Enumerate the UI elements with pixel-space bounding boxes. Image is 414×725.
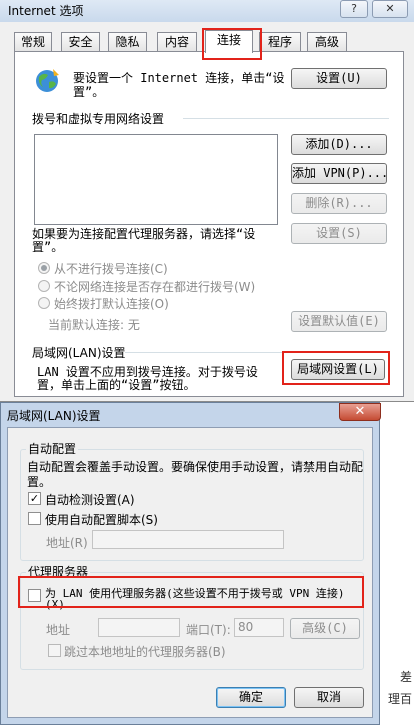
dialog-title: 局域网(LAN)设置 (7, 409, 101, 423)
auto-detect-label: 自动检测设置(A) (45, 493, 135, 507)
tab-content[interactable]: 内容 (157, 32, 197, 52)
tab-advanced[interactable]: 高级 (307, 32, 347, 52)
proxy-address-input[interactable] (98, 618, 180, 637)
script-address-label: 地址(R) (46, 536, 88, 550)
port-label: 端口(T): (186, 623, 231, 637)
tab-general[interactable]: 常规 (14, 32, 52, 52)
tab-security[interactable]: 安全 (61, 32, 100, 52)
lan-heading: 局域网(LAN)设置 (32, 346, 126, 360)
radio-always-dial-label: 始终拨打默认连接(O) (54, 297, 169, 311)
title-bar: Internet 选项 ? ✕ (0, 0, 414, 22)
auto-script-label: 使用自动配置脚本(S) (45, 513, 158, 527)
divider (183, 118, 389, 119)
delete-button[interactable]: 删除(R)... (291, 193, 387, 214)
connections-panel: 要设置一个 Internet 连接，单击“设 置”。 设置(U) 拨号和虚拟专用… (14, 51, 404, 397)
proxy-text-line1: 如果要为连接配置代理服务器，请选择“设 (32, 227, 256, 241)
help-button[interactable]: ? (340, 0, 368, 18)
close-button[interactable]: ✕ (372, 0, 408, 18)
add-button[interactable]: 添加(D)... (291, 134, 387, 155)
background-text: 理百 (388, 692, 413, 706)
add-vpn-button[interactable]: 添加 VPN(P)... (291, 163, 388, 184)
set-default-button[interactable]: 设置默认值(E) (291, 311, 387, 332)
auto-config-text-line2: 置。 (27, 475, 52, 489)
divider (125, 352, 287, 353)
window-title: Internet 选项 (8, 4, 84, 18)
dialog-body: 自动配置 自动配置会覆盖手动设置。要确保使用手动设置，请禁用自动配 置。 ✓ 自… (7, 427, 373, 718)
dialup-heading: 拨号和虚拟专用网络设置 (32, 112, 165, 126)
current-default-connection: 当前默认连接: 无 (48, 318, 140, 332)
ok-button[interactable]: 确定 (216, 687, 286, 708)
radio-always-dial[interactable] (38, 297, 50, 309)
setup-text-line1: 要设置一个 Internet 连接，单击“设 (73, 71, 285, 85)
internet-options-window: Internet 选项 ? ✕ 常规 安全 隐私 内容 连接 程序 高级 要设置… (0, 0, 414, 402)
proxy-text-line2: 置”。 (32, 240, 64, 254)
auto-detect-checkbox[interactable]: ✓ (28, 492, 41, 505)
tab-privacy[interactable]: 隐私 (108, 32, 147, 52)
connections-list[interactable] (34, 134, 278, 225)
bypass-local-checkbox[interactable] (48, 644, 61, 657)
port-input[interactable]: 80 (234, 618, 284, 637)
radio-never-dial-label: 从不进行拨号连接(C) (54, 262, 168, 276)
lan-text-line2: 置，单击上面的“设置”按钮。 (37, 378, 196, 392)
proxy-address-label: 地址 (46, 623, 71, 637)
auto-script-checkbox[interactable] (28, 512, 41, 525)
highlight-lan-settings-button (282, 351, 390, 385)
settings-button[interactable]: 设置(S) (291, 223, 387, 244)
highlight-tab-connections (202, 28, 262, 60)
auto-config-heading: 自动配置 (26, 440, 79, 457)
bypass-local-label: 跳过本地地址的代理服务器(B) (64, 645, 226, 659)
setup-button[interactable]: 设置(U) (291, 68, 387, 89)
script-address-input[interactable] (92, 530, 284, 549)
setup-text-line2: 置”。 (73, 85, 105, 99)
radio-never-dial[interactable] (38, 262, 50, 274)
highlight-use-proxy (18, 576, 364, 608)
auto-config-text-line1: 自动配置会覆盖手动设置。要确保使用手动设置，请禁用自动配 (27, 460, 364, 474)
radio-dial-without-network[interactable] (38, 280, 50, 292)
tab-programs[interactable]: 程序 (259, 32, 301, 52)
dialog-close-button[interactable]: ✕ (339, 403, 381, 421)
radio-dial-without-network-label: 不论网络连接是否存在都进行拨号(W) (54, 280, 256, 294)
lan-settings-dialog: 局域网(LAN)设置 ✕ 自动配置 自动配置会覆盖手动设置。要确保使用手动设置，… (0, 402, 381, 725)
cancel-button[interactable]: 取消 (294, 687, 364, 708)
background-text: 差 (400, 670, 413, 684)
advanced-button[interactable]: 高级(C) (290, 618, 360, 639)
internet-globe-icon (36, 69, 59, 92)
